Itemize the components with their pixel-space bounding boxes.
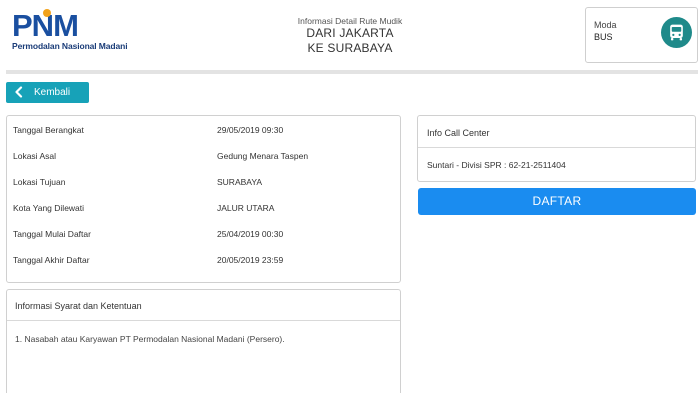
detail-value: 29/05/2019 09:30 xyxy=(217,125,284,135)
terms-divider xyxy=(7,320,400,321)
chevron-left-icon xyxy=(14,86,24,101)
detail-row: Tanggal Berangkat 29/05/2019 09:30 xyxy=(7,116,400,142)
detail-value: 20/05/2019 23:59 xyxy=(217,255,284,265)
detail-label: Tanggal Akhir Daftar xyxy=(13,255,90,265)
register-button[interactable]: DAFTAR xyxy=(418,188,696,215)
detail-row: Kota Yang Dilewati JALUR UTARA xyxy=(7,194,400,220)
detail-row: Tanggal Akhir Daftar 20/05/2019 23:59 xyxy=(7,246,400,272)
terms-item: 1. Nasabah atau Karyawan PT Permodalan N… xyxy=(15,334,285,344)
detail-value: JALUR UTARA xyxy=(217,203,275,213)
logo-mark: PNM xyxy=(12,9,79,41)
back-button-label: Kembali xyxy=(34,87,71,98)
logo-dot xyxy=(43,9,51,17)
route-to: KE SURABAYA xyxy=(307,41,393,55)
route-from: DARI JAKARTA xyxy=(306,26,394,40)
detail-row: Tanggal Mulai Daftar 25/04/2019 00:30 xyxy=(7,220,400,246)
app-header: PNM Permodalan Nasional Madani Informasi… xyxy=(0,0,700,72)
detail-label: Lokasi Tujuan xyxy=(13,177,66,187)
route-info: Informasi Detail Rute Mudik DARI JAKARTA… xyxy=(250,16,450,56)
detail-label: Tanggal Berangkat xyxy=(13,125,84,135)
back-button[interactable]: Kembali xyxy=(6,82,89,103)
detail-label: Lokasi Asal xyxy=(13,151,56,161)
moda-card: Moda BUS xyxy=(585,7,698,63)
detail-label: Tanggal Mulai Daftar xyxy=(13,229,91,239)
call-center-card: Info Call Center Suntari - Divisi SPR : … xyxy=(417,115,696,182)
moda-value: BUS xyxy=(594,32,613,42)
detail-value: SURABAYA xyxy=(217,177,263,187)
call-center-divider xyxy=(418,147,695,148)
call-center-title: Info Call Center xyxy=(427,128,490,138)
moda-label: Moda xyxy=(594,20,617,30)
detail-label: Kota Yang Dilewati xyxy=(13,203,85,213)
route-detail-card: Tanggal Berangkat 29/05/2019 09:30 Lokas… xyxy=(6,115,401,283)
pnm-logo[interactable]: PNM Permodalan Nasional Madani xyxy=(12,9,128,51)
detail-value: 25/04/2019 00:30 xyxy=(217,229,284,239)
detail-value: Gedung Menara Taspen xyxy=(217,151,309,161)
detail-row: Lokasi Tujuan SURABAYA xyxy=(7,168,400,194)
header-divider xyxy=(6,70,698,74)
detail-row: Lokasi Asal Gedung Menara Taspen xyxy=(7,142,400,168)
call-center-value: Suntari - Divisi SPR : 62-21-2511404 xyxy=(427,160,566,170)
terms-title: Informasi Syarat dan Ketentuan xyxy=(15,301,142,311)
route-caption: Informasi Detail Rute Mudik xyxy=(297,16,403,26)
bus-icon xyxy=(661,17,692,48)
terms-card: Informasi Syarat dan Ketentuan 1. Nasaba… xyxy=(6,289,401,393)
